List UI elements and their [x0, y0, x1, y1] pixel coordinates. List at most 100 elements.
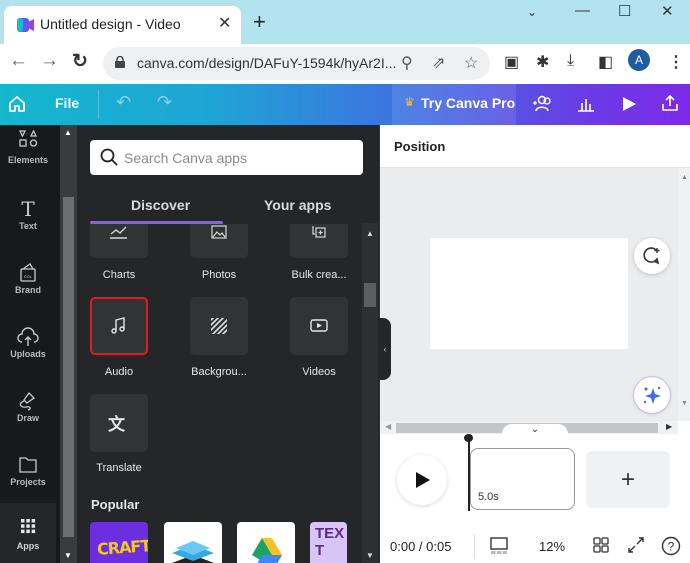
browser-menu-icon[interactable]: ⋮: [668, 52, 684, 72]
bookmark-star-icon[interactable]: ☆: [464, 53, 478, 73]
scroll-up-arrow-icon[interactable]: ▲: [64, 128, 72, 137]
browser-tab[interactable]: Untitled design - Video ✕: [4, 6, 241, 44]
editor-area: Position ‹ ▲ ▼ ◀ ▶ ⌄ 5.0s + 0:00 / 0:05 …: [379, 125, 690, 563]
sidebar-item-projects[interactable]: Projects: [0, 445, 56, 509]
home-icon[interactable]: [8, 95, 26, 113]
browser-toolbar: ← → ↻ canva.com/design/DAFuY-1594k/hyAr2…: [0, 44, 690, 84]
extensions-puzzle-icon[interactable]: ✱: [536, 52, 549, 72]
insights-chart-icon[interactable]: [577, 95, 595, 113]
screenshot-icon[interactable]: ▣: [504, 52, 519, 72]
comment-plus-icon: [643, 247, 660, 265]
sidebar-scrollbar[interactable]: ▲ ▼: [60, 125, 77, 563]
share-icon[interactable]: ⇗: [432, 53, 445, 73]
grid-view-icon[interactable]: [593, 536, 609, 554]
help-icon[interactable]: ?: [661, 536, 681, 556]
playhead[interactable]: [468, 439, 470, 511]
minimize-icon[interactable]: —: [575, 2, 590, 19]
playhead-handle[interactable]: [464, 434, 473, 442]
apps-panel-scrollbar[interactable]: ▲ ▼: [362, 223, 378, 563]
profile-avatar[interactable]: A: [628, 49, 650, 71]
shapes-icon: [18, 129, 38, 147]
collapse-panel-handle[interactable]: ‹: [379, 318, 391, 380]
active-tab-indicator: [90, 221, 223, 224]
scroll-up-arrow-icon[interactable]: ▲: [362, 229, 378, 238]
popular-app-layers[interactable]: [164, 522, 222, 563]
back-arrow-icon[interactable]: ←: [9, 50, 28, 72]
svg-text:COL: COL: [24, 274, 33, 279]
maximize-icon[interactable]: ☐: [618, 2, 631, 20]
address-bar[interactable]: canva.com/design/DAFuY-1594k/hyAr2I... ⚲…: [103, 47, 490, 80]
play-button[interactable]: [397, 455, 447, 505]
background-pattern-icon: [211, 318, 227, 334]
scroll-up-arrow-icon[interactable]: ▲: [678, 174, 690, 181]
app-label: Photos: [201, 269, 237, 281]
play-icon: [416, 472, 430, 488]
fullscreen-icon[interactable]: [627, 536, 645, 554]
tab-your-apps-label[interactable]: Your apps: [264, 197, 331, 213]
timeline-collapse-toggle[interactable]: ⌄: [502, 424, 568, 442]
canvas-vertical-scrollbar[interactable]: ▲ ▼: [678, 168, 690, 421]
redo-icon[interactable]: ↷: [157, 92, 172, 113]
sidebar-item-uploads[interactable]: Uploads: [0, 317, 56, 381]
sidebar-label: Apps: [16, 541, 40, 551]
app-tile-videos[interactable]: [290, 297, 348, 355]
design-page[interactable]: [430, 238, 628, 349]
tab-search-chevron-icon[interactable]: ⌄: [527, 5, 537, 19]
export-upload-icon[interactable]: [661, 94, 679, 112]
app-tile-translate[interactable]: 文: [90, 394, 148, 452]
sidebar-item-text[interactable]: T Text: [0, 189, 56, 253]
sidebar-item-apps[interactable]: Apps: [0, 503, 56, 563]
sidebar-label: Text: [19, 221, 37, 231]
side-panel-icon[interactable]: ◧: [598, 52, 613, 72]
app-tile-backgrounds[interactable]: [190, 297, 248, 355]
popular-app-text[interactable]: TEXT: [310, 522, 347, 563]
reload-icon[interactable]: ↻: [72, 50, 88, 73]
app-tile-audio[interactable]: [90, 297, 148, 355]
timeline-clip[interactable]: 5.0s: [470, 448, 575, 510]
share-people-icon[interactable]: [532, 93, 554, 115]
scroll-down-arrow-icon[interactable]: ▼: [362, 551, 378, 560]
file-menu[interactable]: File: [55, 95, 79, 111]
scroll-down-arrow-icon[interactable]: ▼: [678, 400, 690, 407]
new-tab-button[interactable]: +: [253, 9, 266, 35]
sidebar-item-brand[interactable]: COL Brand: [0, 253, 56, 317]
app-label: Bulk crea...: [291, 269, 347, 281]
apps-panel-scroll-thumb[interactable]: [364, 283, 376, 307]
app-label: Translate: [96, 462, 142, 474]
scroll-right-arrow-icon[interactable]: ▶: [666, 422, 672, 431]
scroll-down-arrow-icon[interactable]: ▼: [64, 551, 72, 560]
draw-icon: [19, 391, 36, 411]
google-drive-icon: [252, 538, 282, 563]
undo-icon[interactable]: ↶: [116, 92, 131, 113]
magic-assistant-button[interactable]: [634, 377, 670, 413]
upload-cloud-icon: [17, 327, 39, 346]
download-icon[interactable]: ⤓: [567, 52, 574, 70]
left-sidebar: Elements T Text COL Brand Uploads Draw P…: [0, 125, 60, 563]
canvas-area[interactable]: ‹: [379, 168, 678, 421]
zoom-magnifier-icon[interactable]: ⚲: [401, 53, 413, 73]
present-play-icon[interactable]: [621, 96, 637, 112]
add-comment-button[interactable]: [634, 238, 670, 274]
window-close-icon[interactable]: ✕: [661, 2, 674, 20]
tab-discover-label[interactable]: Discover: [131, 197, 190, 213]
zoom-level[interactable]: 12%: [539, 539, 565, 554]
position-button[interactable]: Position: [394, 139, 445, 154]
sidebar-item-draw[interactable]: Draw: [0, 381, 56, 445]
timeline-view-icon[interactable]: [490, 536, 508, 556]
popular-app-google-drive[interactable]: [237, 522, 295, 563]
search-apps-field[interactable]: [90, 140, 363, 175]
browser-tab-strip: Untitled design - Video ✕ + ⌄ — ☐ ✕: [0, 0, 690, 44]
bulk-create-icon: [312, 226, 326, 238]
context-toolbar: Position: [380, 125, 690, 168]
scroll-left-arrow-icon[interactable]: ◀: [385, 422, 391, 431]
popular-app-craft[interactable]: CRAFT: [90, 522, 148, 563]
try-canva-pro-button[interactable]: ♛ Try Canva Pro: [392, 84, 516, 125]
forward-arrow-icon[interactable]: →: [40, 50, 59, 72]
sidebar-item-elements[interactable]: Elements: [0, 125, 56, 189]
sidebar-scroll-thumb[interactable]: [63, 197, 74, 537]
tab-close-icon[interactable]: ✕: [218, 13, 231, 33]
add-page-button[interactable]: +: [586, 451, 670, 508]
try-canva-pro-label: Try Canva Pro: [421, 95, 516, 111]
translate-icon: 文: [108, 415, 125, 434]
search-apps-input[interactable]: [124, 140, 354, 175]
